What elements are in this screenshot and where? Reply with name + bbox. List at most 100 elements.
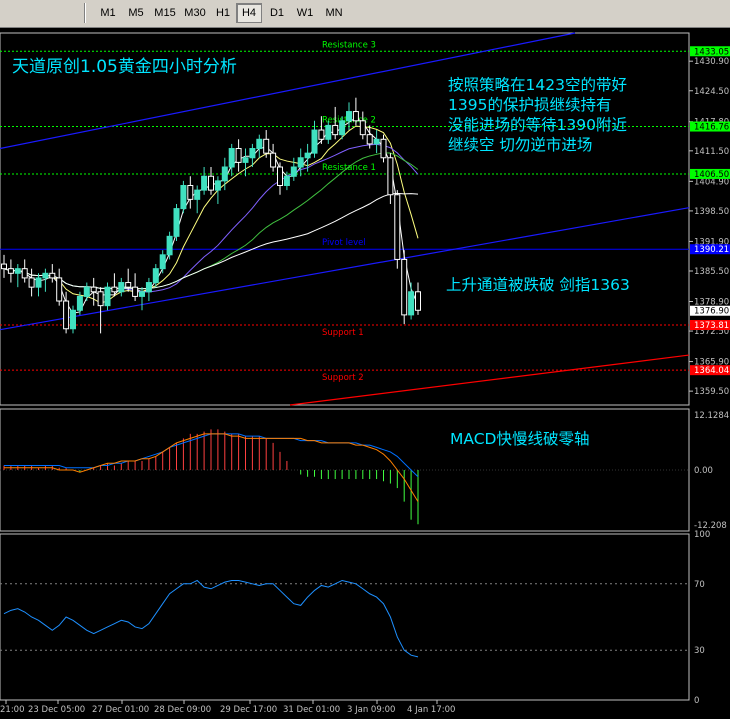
strategy-line-2: 1395的保护损继续持有 — [448, 96, 611, 114]
timeframe-w1-button[interactable]: W1 — [292, 3, 318, 23]
candle-body — [83, 286, 90, 297]
price-axis-label: 1430.90 — [694, 57, 729, 67]
candle-body — [311, 129, 318, 154]
resistance-3-line-label: Resistance 3 — [322, 40, 376, 50]
candle-body — [366, 134, 373, 145]
time-axis-label: 28 Dec 09:00 — [154, 705, 211, 715]
resistance-2-line-price-tag-text: 1416.76 — [694, 123, 729, 133]
candle-body — [111, 286, 118, 293]
time-axis-label: 27 Dec 01:00 — [92, 705, 149, 715]
candle-body — [118, 282, 125, 293]
candle-body — [352, 111, 359, 122]
candle-body — [235, 148, 242, 163]
timeframe-h4-button[interactable]: H4 — [236, 3, 262, 23]
price-axis-label: 1385.50 — [694, 267, 729, 277]
support-2-line-label: Support 2 — [322, 373, 364, 383]
candle-body — [339, 120, 346, 136]
chart-area[interactable]: 1430.901424.501417.801411.501404.901398.… — [0, 28, 730, 719]
rsi-axis-label: 0 — [694, 696, 699, 706]
candle-body — [359, 120, 366, 136]
candle-body — [249, 148, 256, 159]
candle-body — [104, 286, 111, 307]
candle-body — [97, 291, 104, 307]
candle-body — [221, 166, 228, 182]
candle-body — [201, 175, 208, 191]
ma-slow-line — [3, 125, 419, 304]
candle-body — [166, 235, 173, 256]
candle-body — [187, 184, 194, 200]
candle-body — [380, 138, 387, 159]
breakout-annotation: 上升通道被跌破 剑指1363 — [446, 276, 630, 294]
rsi-pane-frame — [0, 533, 690, 701]
rsi-axis-label: 100 — [694, 530, 710, 540]
candle-body — [346, 111, 352, 122]
candle-body — [270, 152, 277, 168]
candle-body — [42, 272, 49, 279]
candle-body — [76, 295, 83, 311]
candle-body — [63, 300, 70, 330]
price-axis-label: 1359.50 — [694, 387, 729, 397]
pivot-level-line-price-tag-text: 1390.21 — [694, 245, 729, 255]
timeframe-m30-button[interactable]: M30 — [180, 3, 210, 23]
candle-body — [49, 272, 56, 279]
rsi-axis-label: 30 — [694, 646, 705, 656]
chart-svg[interactable]: 1430.901424.501417.801411.501404.901398.… — [0, 28, 730, 719]
candle-body — [145, 282, 152, 293]
candle-body — [7, 268, 14, 274]
timeframe-d1-button[interactable]: D1 — [264, 3, 290, 23]
current-price-text: 1376.90 — [694, 307, 729, 317]
candle-body — [125, 282, 132, 288]
timeframe-m5-button[interactable]: M5 — [122, 3, 150, 23]
rsi-line — [3, 579, 419, 658]
time-axis-label: 3 Jan 09:00 — [347, 705, 395, 715]
candle-body — [70, 309, 76, 330]
candle-body — [283, 175, 290, 186]
title-annotation: 天道原创1.05黄金四小时分析 — [12, 57, 237, 77]
rsi-axis-label: 70 — [694, 580, 705, 590]
timeframe-toolbar: M1 M5 M15 M30 H1 H4 D1 W1 MN — [0, 0, 730, 28]
candle-body — [394, 194, 401, 260]
support-1-line-label: Support 1 — [322, 328, 364, 338]
candle-body — [318, 129, 325, 140]
candle-body — [14, 268, 21, 274]
timeframe-m1-button[interactable]: M1 — [94, 3, 122, 23]
candle-body — [332, 124, 339, 136]
candle-body — [214, 180, 221, 191]
candle-body — [242, 157, 249, 163]
strategy-line-1: 按照策略在1423空的带好 — [448, 76, 627, 94]
time-axis-label: 29 Dec 17:00 — [220, 705, 277, 715]
support-2-line-price-tag-text: 1364.04 — [694, 366, 729, 376]
candle-body — [256, 138, 263, 150]
candle-body — [194, 189, 201, 200]
candle-body — [263, 138, 270, 154]
strategy-line-3: 没能进场的等待1390附近 — [448, 116, 627, 134]
timeframe-mn-button[interactable]: MN — [320, 3, 348, 23]
candle-body — [228, 148, 235, 168]
candle-body — [132, 286, 139, 297]
timeframe-m15-button[interactable]: M15 — [150, 3, 180, 23]
candle-body — [139, 291, 145, 297]
resistance-1-line-price-tag-text: 1406.50 — [694, 170, 729, 180]
candle-body — [401, 258, 408, 316]
resistance-1-line-label: Resistance 1 — [322, 163, 376, 173]
candle-body — [21, 268, 28, 279]
macd-axis-label: 0.00 — [694, 466, 713, 476]
candle-body — [373, 138, 380, 145]
candle-body — [290, 166, 297, 177]
candle-body — [1, 263, 7, 270]
strategy-line-4: 继续空 切勿逆市进场 — [448, 136, 592, 154]
channel-lower-line — [0, 207, 690, 331]
time-axis-label: 4 Jan 17:00 — [407, 705, 455, 715]
pivot-level-line-label: Pivot level — [322, 238, 366, 248]
time-axis-label: 31 Dec 01:00 — [283, 705, 340, 715]
price-axis-label: 1411.50 — [694, 147, 729, 157]
candle-body — [304, 152, 311, 159]
price-axis-label: 1398.50 — [694, 207, 729, 217]
candle-body — [415, 291, 421, 311]
macd-axis-label: 12.1284 — [694, 411, 729, 421]
candle-body — [152, 268, 159, 284]
price-axis-label: 1424.50 — [694, 87, 729, 97]
timeframe-h1-button[interactable]: H1 — [210, 3, 236, 23]
candle-body — [387, 157, 394, 196]
candle-body — [408, 291, 415, 316]
